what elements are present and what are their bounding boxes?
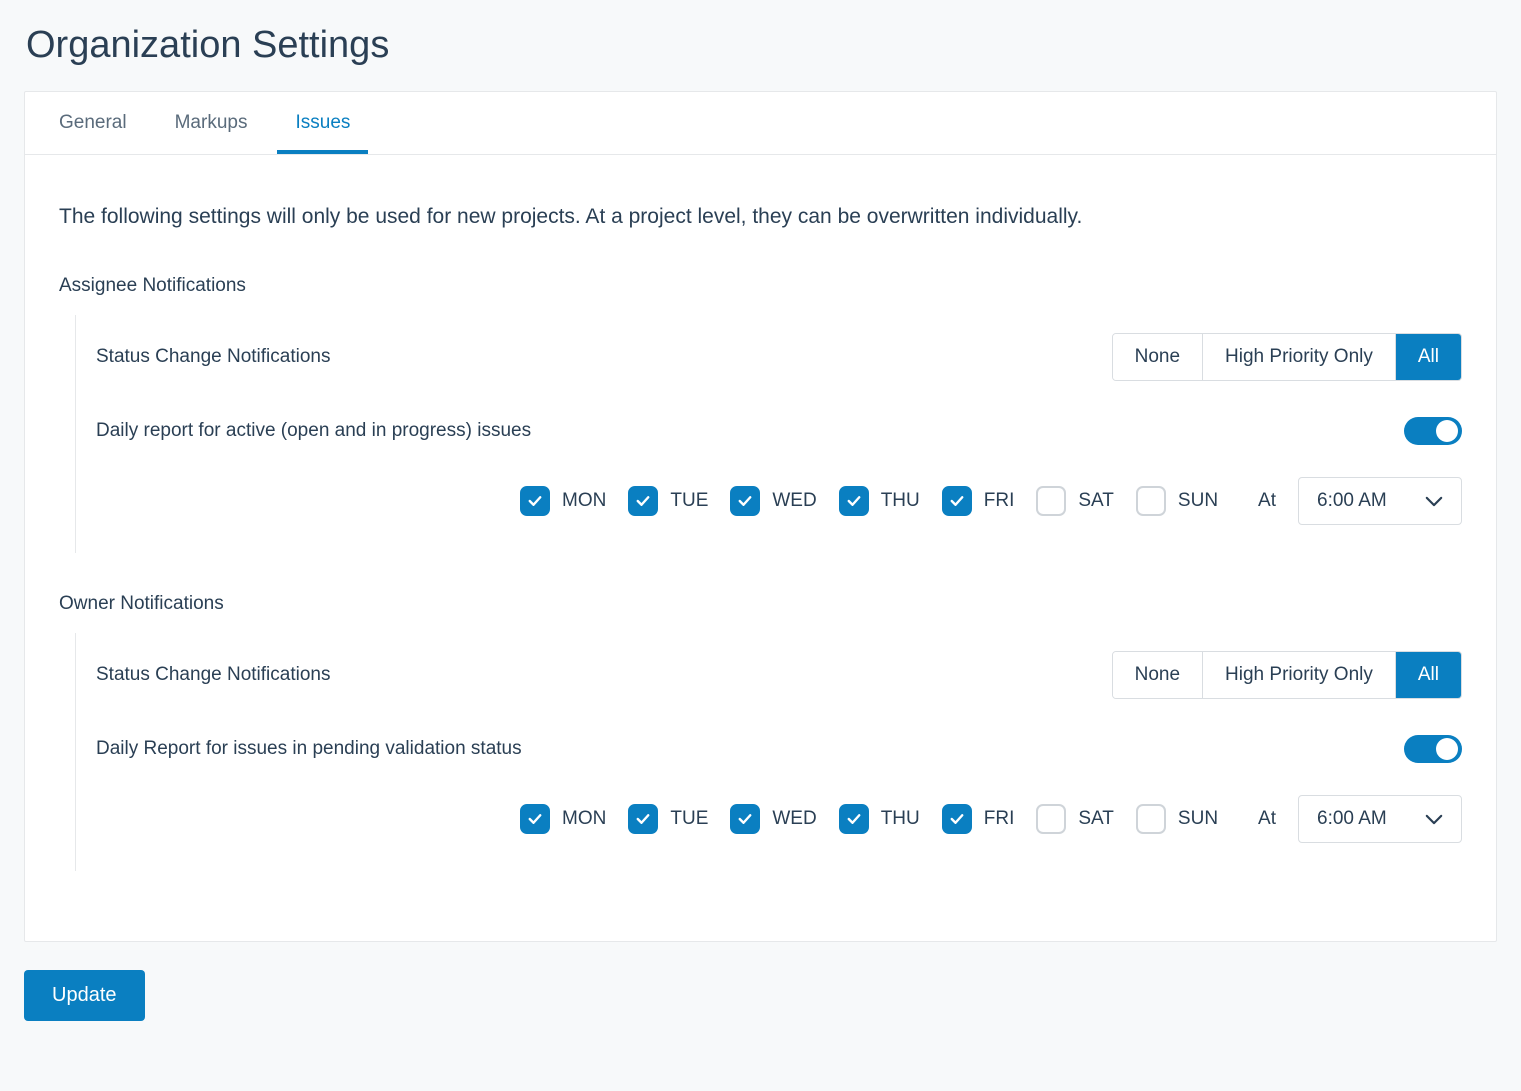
owner-day-thu: THU	[839, 804, 920, 834]
owner-status-label: Status Change Notifications	[96, 664, 330, 686]
assignee-day-mon-label: MON	[562, 490, 606, 512]
toggle-knob	[1436, 738, 1458, 760]
assignee-seg-option-none[interactable]: None	[1113, 334, 1202, 380]
owner-day-sun: SUN	[1136, 804, 1218, 834]
assignee-section: Assignee Notifications Status Change Not…	[59, 275, 1462, 553]
owner-section-title: Owner Notifications	[59, 593, 1462, 615]
assignee-day-tue-label: TUE	[670, 490, 708, 512]
assignee-day-mon: MON	[520, 486, 606, 516]
assignee-day-tue-checkbox[interactable]	[628, 486, 658, 516]
chevron-down-icon	[1425, 496, 1443, 507]
owner-day-wed-label: WED	[772, 808, 816, 830]
owner-status-segment: NoneHigh Priority OnlyAll	[1112, 651, 1462, 699]
owner-days-row: MON TUE WED THU FRI SAT SUN At 6:00 AM	[76, 781, 1462, 871]
owner-day-sat: SAT	[1036, 804, 1114, 834]
assignee-status-segment: NoneHigh Priority OnlyAll	[1112, 333, 1462, 381]
assignee-day-sat: SAT	[1036, 486, 1114, 516]
assignee-day-wed: WED	[730, 486, 816, 516]
assignee-time-select[interactable]: 6:00 AM	[1298, 477, 1462, 525]
tab-markups[interactable]: Markups	[157, 92, 266, 154]
update-button[interactable]: Update	[24, 970, 145, 1021]
owner-day-sun-checkbox[interactable]	[1136, 804, 1166, 834]
assignee-day-mon-checkbox[interactable]	[520, 486, 550, 516]
owner-seg-option-none[interactable]: None	[1113, 652, 1202, 698]
owner-daily-label: Daily Report for issues in pending valid…	[96, 738, 522, 760]
owner-day-fri-checkbox[interactable]	[942, 804, 972, 834]
owner-day-wed-checkbox[interactable]	[730, 804, 760, 834]
owner-daily-toggle[interactable]	[1404, 735, 1462, 763]
assignee-daily-label: Daily report for active (open and in pro…	[96, 420, 531, 442]
assignee-day-sun: SUN	[1136, 486, 1218, 516]
owner-time-select[interactable]: 6:00 AM	[1298, 795, 1462, 843]
tab-issues[interactable]: Issues	[277, 92, 368, 154]
owner-day-sun-label: SUN	[1178, 808, 1218, 830]
tab-general[interactable]: General	[41, 92, 145, 154]
intro-text: The following settings will only be used…	[59, 205, 1462, 229]
owner-day-tue: TUE	[628, 804, 708, 834]
tab-content-issues: The following settings will only be used…	[25, 155, 1496, 941]
assignee-at-label: At	[1258, 490, 1276, 512]
assignee-day-tue: TUE	[628, 486, 708, 516]
assignee-days-row: MON TUE WED THU FRI SAT SUN At 6:00 AM	[76, 463, 1462, 553]
owner-day-thu-checkbox[interactable]	[839, 804, 869, 834]
assignee-seg-option-all[interactable]: All	[1395, 334, 1461, 380]
assignee-day-wed-label: WED	[772, 490, 816, 512]
owner-day-tue-checkbox[interactable]	[628, 804, 658, 834]
assignee-time-value: 6:00 AM	[1317, 490, 1387, 512]
assignee-day-sat-label: SAT	[1078, 490, 1114, 512]
assignee-seg-option-high[interactable]: High Priority Only	[1202, 334, 1395, 380]
assignee-day-sun-checkbox[interactable]	[1136, 486, 1166, 516]
owner-section: Owner Notifications Status Change Notifi…	[59, 593, 1462, 871]
owner-day-tue-label: TUE	[670, 808, 708, 830]
owner-seg-option-all[interactable]: All	[1395, 652, 1461, 698]
tabs: GeneralMarkupsIssues	[25, 92, 1496, 155]
owner-time-value: 6:00 AM	[1317, 808, 1387, 830]
owner-day-mon: MON	[520, 804, 606, 834]
page-title: Organization Settings	[26, 24, 1497, 67]
assignee-day-fri-checkbox[interactable]	[942, 486, 972, 516]
owner-day-wed: WED	[730, 804, 816, 834]
owner-day-fri: FRI	[942, 804, 1015, 834]
assignee-section-title: Assignee Notifications	[59, 275, 1462, 297]
assignee-day-fri: FRI	[942, 486, 1015, 516]
owner-day-mon-checkbox[interactable]	[520, 804, 550, 834]
assignee-day-thu-checkbox[interactable]	[839, 486, 869, 516]
assignee-day-thu-label: THU	[881, 490, 920, 512]
owner-day-sat-checkbox[interactable]	[1036, 804, 1066, 834]
assignee-day-sat-checkbox[interactable]	[1036, 486, 1066, 516]
assignee-day-sun-label: SUN	[1178, 490, 1218, 512]
toggle-knob	[1436, 420, 1458, 442]
owner-day-fri-label: FRI	[984, 808, 1015, 830]
assignee-day-wed-checkbox[interactable]	[730, 486, 760, 516]
owner-day-thu-label: THU	[881, 808, 920, 830]
assignee-day-fri-label: FRI	[984, 490, 1015, 512]
settings-card: GeneralMarkupsIssues The following setti…	[24, 91, 1497, 942]
assignee-status-label: Status Change Notifications	[96, 346, 330, 368]
assignee-day-thu: THU	[839, 486, 920, 516]
assignee-daily-toggle[interactable]	[1404, 417, 1462, 445]
owner-day-sat-label: SAT	[1078, 808, 1114, 830]
owner-day-mon-label: MON	[562, 808, 606, 830]
owner-at-label: At	[1258, 808, 1276, 830]
chevron-down-icon	[1425, 814, 1443, 825]
owner-seg-option-high[interactable]: High Priority Only	[1202, 652, 1395, 698]
